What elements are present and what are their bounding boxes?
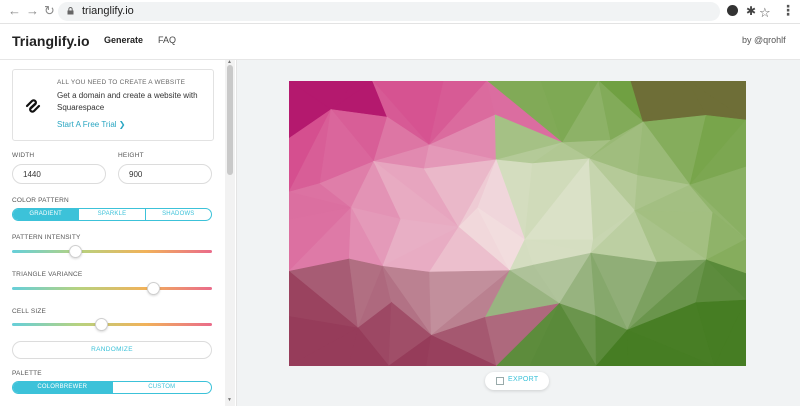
url-text: trianglify.io — [82, 5, 134, 17]
free-trial-link[interactable]: Start A Free Trial ❯ — [57, 120, 126, 129]
app-header: Trianglify.io Generate FAQ by @qrohlf — [0, 24, 800, 60]
lock-icon — [67, 7, 74, 15]
pattern-preview — [289, 81, 746, 366]
ad-body: Get a domain and create a website with S… — [57, 91, 198, 112]
profile-extension-icon[interactable] — [727, 5, 738, 16]
width-label: WIDTH — [12, 152, 35, 159]
site-logo[interactable]: Trianglify.io — [12, 33, 90, 49]
width-input[interactable]: 1440 — [12, 164, 106, 184]
forward-arrow-icon[interactable]: → — [26, 3, 39, 19]
sponsor-ad[interactable]: ALL YOU NEED TO CREATE A WEBSITE Get a d… — [12, 69, 214, 141]
browser-menu-icon[interactable]: ⋮ — [781, 2, 795, 18]
cell-size-thumb[interactable] — [94, 318, 108, 331]
palette-label: PALETTE — [12, 370, 42, 377]
color-pattern-gradient[interactable]: GRADIENT — [13, 209, 79, 220]
trianglify-canvas — [289, 81, 746, 366]
back-arrow-icon[interactable]: ← — [8, 3, 21, 19]
export-button[interactable]: EXPORT — [485, 372, 549, 390]
palette-colorbrewer[interactable]: COLORBREWER — [13, 382, 112, 393]
height-label: HEIGHT — [118, 152, 144, 159]
cell-size-label: CELL SIZE — [12, 308, 47, 315]
randomize-button[interactable]: RANDOMIZE — [12, 341, 212, 359]
palette-selector: COLORBREWER CUSTOM — [12, 381, 212, 394]
export-label: EXPORT — [508, 376, 539, 383]
nav-generate[interactable]: Generate — [104, 35, 143, 45]
extensions-puzzle-icon[interactable]: ✱ — [746, 3, 756, 19]
color-pattern-selector: GRADIENT SPARKLE SHADOWS — [12, 208, 212, 221]
author-link[interactable]: by @qrohlf — [742, 35, 786, 45]
cell-size-slider[interactable] — [12, 318, 212, 331]
triangle-variance-label: TRIANGLE VARIANCE — [12, 271, 83, 278]
ad-kicker: ALL YOU NEED TO CREATE A WEBSITE — [57, 79, 186, 86]
palette-custom[interactable]: CUSTOM — [111, 382, 212, 393]
pattern-intensity-slider[interactable] — [12, 245, 212, 258]
scrollbar-thumb[interactable] — [227, 65, 233, 175]
triangle-variance-slider[interactable] — [12, 282, 212, 295]
squarespace-logo-icon — [25, 99, 41, 113]
sidebar-scrollbar[interactable]: ▲ ▼ — [225, 60, 235, 406]
pattern-intensity-label: PATTERN INTENSITY — [12, 234, 81, 241]
color-pattern-shadows[interactable]: SHADOWS — [144, 209, 211, 220]
color-pattern-label: COLOR PATTERN — [12, 197, 69, 204]
reload-icon[interactable]: ↻ — [44, 3, 55, 19]
color-pattern-sparkle[interactable]: SPARKLE — [78, 209, 144, 220]
height-input[interactable]: 900 — [118, 164, 212, 184]
pattern-intensity-thumb[interactable] — [68, 245, 82, 258]
browser-toolbar: ← → ↻ trianglify.io ☆ ✱ ⋮ — [0, 0, 800, 24]
address-bar[interactable]: trianglify.io ☆ — [58, 2, 771, 21]
export-icon — [496, 377, 504, 385]
nav-faq[interactable]: FAQ — [158, 35, 176, 45]
settings-sidebar: ALL YOU NEED TO CREATE A WEBSITE Get a d… — [0, 60, 237, 406]
scroll-down-icon[interactable]: ▼ — [227, 397, 232, 403]
bookmark-star-icon[interactable]: ☆ — [759, 5, 771, 21]
triangle-variance-thumb[interactable] — [146, 282, 160, 295]
